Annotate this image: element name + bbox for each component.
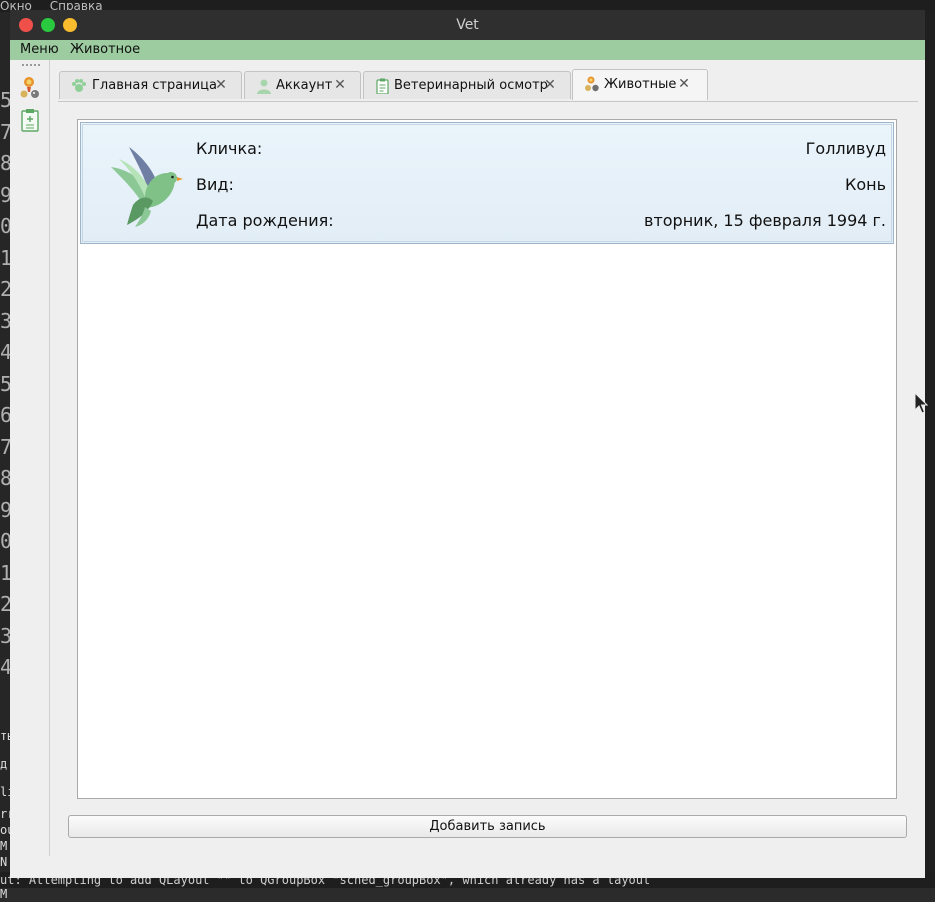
animal-name-label: Кличка:	[196, 139, 263, 158]
line-number: 3	[0, 623, 10, 648]
animal-birthdate-value: вторник, 15 февраля 1994 г.	[644, 211, 886, 230]
line-number: 1	[0, 560, 10, 585]
bird-icon	[105, 139, 185, 231]
background-line-numbers: 5 7 8 9 0 1 2 3 4 5 6 7 8 9 0 1 2 3 4	[0, 84, 10, 683]
close-icon[interactable]: ✕	[677, 76, 691, 92]
line-number: 4	[0, 655, 10, 679]
animal-birthdate-label: Дата рождения:	[196, 211, 334, 230]
background-fragment: ты	[0, 729, 10, 743]
tab-animals-label: Животные	[604, 77, 677, 92]
line-number: 9	[0, 182, 10, 207]
clipboard-icon	[375, 78, 391, 95]
line-number: 2	[0, 592, 10, 616]
animal-species-value: Конь	[844, 175, 886, 194]
background-fragment: д	[0, 757, 8, 771]
tab-home-label: Главная страница	[92, 78, 217, 93]
animal-species-row: Вид: Конь	[196, 175, 886, 197]
tab-vet-examination-label: Ветеринарный осмотр	[394, 78, 548, 93]
background-fragment: N	[0, 855, 8, 869]
close-icon[interactable]: ✕	[333, 77, 347, 93]
line-number: 0	[0, 529, 10, 553]
app-window: Vet Меню Животное Главная страница ✕ Акк…	[10, 10, 925, 878]
background-fragment: rr	[0, 807, 10, 821]
clipboard-add-icon[interactable]	[19, 108, 41, 132]
animal-card[interactable]: Кличка: Голливуд Вид: Конь Дата рождения…	[80, 122, 894, 244]
line-number: 0	[0, 214, 10, 238]
mouse-cursor-icon	[914, 391, 929, 414]
menu-item-menu[interactable]: Меню	[20, 40, 59, 60]
add-record-button[interactable]: Добавить запись	[68, 815, 907, 838]
title-bar[interactable]: Vet	[10, 10, 925, 40]
line-number: 7	[0, 434, 10, 459]
background-fragment: M	[0, 887, 8, 901]
line-number: 5	[0, 88, 10, 112]
background-fragment: M	[0, 839, 8, 853]
animals-list[interactable]: Кличка: Голливуд Вид: Конь Дата рождения…	[77, 119, 897, 799]
animal-name-row: Кличка: Голливуд	[196, 139, 886, 161]
background-fragment: lie	[0, 785, 10, 799]
window-title: Vet	[456, 17, 479, 33]
close-icon[interactable]: ✕	[543, 77, 557, 93]
background-right-edge	[925, 12, 935, 888]
tab-account[interactable]: Аккаунт ✕	[244, 71, 361, 99]
background-editor: 5 7 8 9 0 1 2 3 4 5 6 7 8 9 0 1 2 3 4 ты…	[0, 12, 10, 901]
line-number: 6	[0, 403, 10, 427]
tab-vet-examination[interactable]: Ветеринарный осмотр ✕	[363, 71, 571, 99]
close-icon[interactable]: ✕	[214, 77, 228, 93]
line-number: 8	[0, 466, 10, 490]
menu-bar: Меню Животное	[10, 40, 925, 60]
tab-home[interactable]: Главная страница ✕	[59, 71, 242, 99]
line-number: 2	[0, 277, 10, 301]
background-fragment: ou	[0, 823, 10, 837]
user-icon	[256, 78, 272, 94]
animal-birthdate-row: Дата рождения: вторник, 15 февраля 1994 …	[196, 211, 886, 233]
tab-bar: Главная страница ✕ Аккаунт ✕ Ветеринарны…	[58, 69, 918, 102]
line-number: 5	[0, 371, 10, 396]
pets-icon	[584, 76, 600, 92]
line-number: 8	[0, 151, 10, 175]
tab-account-label: Аккаунт	[276, 78, 333, 93]
pets-icon[interactable]	[19, 76, 41, 100]
line-number: 4	[0, 340, 10, 364]
tab-animals[interactable]: Животные ✕	[572, 69, 708, 100]
line-number: 1	[0, 245, 10, 270]
animal-name-value: Голливуд	[805, 139, 886, 158]
line-number: 9	[0, 497, 10, 522]
line-number: 7	[0, 119, 10, 144]
paw-icon	[71, 78, 87, 94]
animal-species-label: Вид:	[196, 175, 234, 194]
line-number: 3	[0, 308, 10, 333]
left-toolbar	[10, 60, 50, 856]
menu-item-animal[interactable]: Животное	[70, 40, 140, 60]
toolbar-grip-handle[interactable]	[22, 64, 40, 69]
